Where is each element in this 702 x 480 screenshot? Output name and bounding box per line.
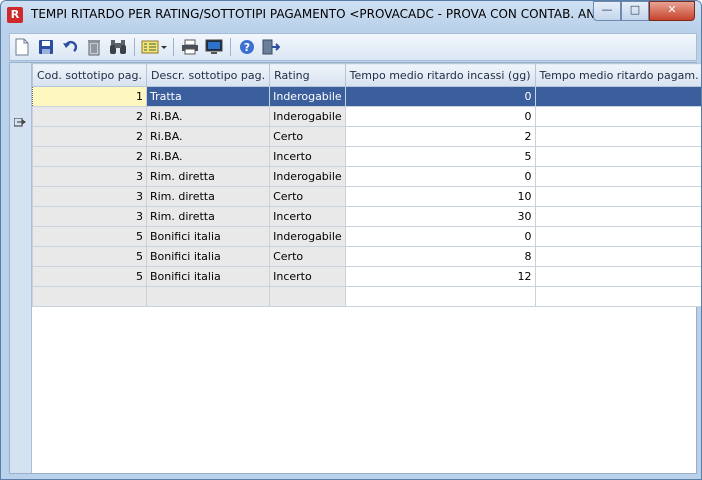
cell-descr[interactable]: Rim. diretta bbox=[145, 206, 271, 227]
cell-pagam[interactable] bbox=[534, 286, 701, 307]
cell-incassi[interactable]: 5 bbox=[344, 146, 536, 167]
cell-rating[interactable]: Certo bbox=[269, 126, 346, 147]
table-row[interactable]: 2Ri.BA.Incerto51 bbox=[32, 146, 701, 167]
table-row[interactable]: 2Ri.BA.Inderogabile00 bbox=[32, 106, 701, 127]
table-row[interactable]: 3Rim. direttaIncerto3010 bbox=[32, 206, 701, 227]
cell-rating[interactable]: Incerto bbox=[269, 206, 346, 227]
table-row[interactable]: 3Rim. direttaInderogabile00 bbox=[32, 166, 701, 187]
cell-pagam[interactable]: 0 bbox=[534, 226, 701, 247]
cell-cod[interactable]: 3 bbox=[32, 206, 147, 227]
cell-cod[interactable]: 5 bbox=[32, 246, 147, 267]
minimize-button[interactable]: — bbox=[593, 1, 621, 21]
table-row[interactable]: 3Rim. direttaCerto1010 bbox=[32, 186, 701, 207]
table-row[interactable]: 5Bonifici italiaIncerto1215 bbox=[32, 266, 701, 287]
cell-pagam[interactable]: 1 bbox=[534, 146, 701, 167]
cell-pagam[interactable]: 8 bbox=[534, 246, 701, 267]
new-icon[interactable] bbox=[10, 36, 34, 58]
app-window: R TEMPI RITARDO PER RATING/SOTTOTIPI PAG… bbox=[0, 0, 702, 480]
cell-descr[interactable]: Rim. diretta bbox=[145, 166, 271, 187]
delete-icon[interactable] bbox=[82, 36, 106, 58]
cell-cod[interactable]: 5 bbox=[32, 226, 147, 247]
svg-text:?: ? bbox=[244, 41, 250, 54]
cell-descr[interactable]: Ri.BA. bbox=[145, 126, 271, 147]
table-row[interactable]: 2Ri.BA.Certo21 bbox=[32, 126, 701, 147]
cell-incassi[interactable]: 2 bbox=[344, 126, 536, 147]
cell-rating[interactable] bbox=[269, 286, 346, 307]
window-title: TEMPI RITARDO PER RATING/SOTTOTIPI PAGAM… bbox=[31, 7, 606, 21]
cell-cod[interactable]: 2 bbox=[32, 146, 147, 167]
cell-incassi[interactable]: 30 bbox=[344, 206, 536, 227]
column-header-incassi[interactable]: Tempo medio ritardo incassi (gg) bbox=[344, 63, 536, 87]
cell-descr[interactable]: Ri.BA. bbox=[145, 146, 271, 167]
column-header-descr[interactable]: Descr. sottotipo pag. bbox=[145, 63, 271, 87]
grid-table: Cod. sottotipo pag. Descr. sottotipo pag… bbox=[32, 63, 701, 307]
title-bar[interactable]: R TEMPI RITARDO PER RATING/SOTTOTIPI PAG… bbox=[1, 1, 701, 29]
cell-cod[interactable]: 2 bbox=[32, 126, 147, 147]
column-header-rating[interactable]: Rating bbox=[269, 63, 346, 87]
cell-incassi[interactable] bbox=[344, 286, 536, 307]
cell-pagam[interactable]: 10 bbox=[534, 186, 701, 207]
cell-rating[interactable]: Incerto bbox=[269, 266, 346, 287]
cell-rating[interactable]: Certo bbox=[269, 186, 346, 207]
cell-rating[interactable]: Certo bbox=[269, 246, 346, 267]
toolbar-separator bbox=[134, 38, 135, 56]
column-header-cod[interactable]: Cod. sottotipo pag. bbox=[32, 63, 147, 87]
cell-rating[interactable]: Inderogabile bbox=[269, 226, 346, 247]
cell-descr[interactable]: Bonifici italia bbox=[145, 246, 271, 267]
table-row[interactable]: 5Bonifici italiaInderogabile00 bbox=[32, 226, 701, 247]
cell-pagam[interactable]: 15 bbox=[534, 266, 701, 287]
table-row[interactable]: 5Bonifici italiaCerto88 bbox=[32, 246, 701, 267]
cell-pagam[interactable]: 0 bbox=[534, 106, 701, 127]
cell-pagam[interactable]: 0 bbox=[534, 166, 701, 187]
save-icon[interactable] bbox=[34, 36, 58, 58]
cell-rating[interactable]: Incerto bbox=[269, 146, 346, 167]
undo-icon[interactable] bbox=[58, 36, 82, 58]
cell-cod[interactable]: 3 bbox=[32, 186, 147, 207]
cell-incassi[interactable]: 0 bbox=[344, 226, 536, 247]
cell-cod[interactable]: 5 bbox=[32, 266, 147, 287]
cell-descr[interactable] bbox=[145, 286, 271, 307]
cell-cod[interactable]: 3 bbox=[32, 166, 147, 187]
record-selector-bar bbox=[10, 63, 32, 473]
cell-rating[interactable]: Inderogabile bbox=[269, 86, 346, 107]
cell-incassi[interactable]: 0 bbox=[344, 166, 536, 187]
cell-incassi[interactable]: 8 bbox=[344, 246, 536, 267]
search-icon[interactable] bbox=[106, 36, 130, 58]
exit-icon[interactable] bbox=[259, 36, 283, 58]
cell-cod[interactable] bbox=[32, 286, 147, 307]
preview-icon[interactable] bbox=[202, 36, 226, 58]
toolbar-separator bbox=[173, 38, 174, 56]
data-grid: Cod. sottotipo pag. Descr. sottotipo pag… bbox=[32, 63, 701, 473]
cell-rating[interactable]: Inderogabile bbox=[269, 166, 346, 187]
close-button[interactable]: ✕ bbox=[649, 1, 695, 21]
maximize-button[interactable]: □ bbox=[621, 1, 649, 21]
cell-pagam[interactable]: 10 bbox=[534, 206, 701, 227]
help-icon[interactable]: ? bbox=[235, 36, 259, 58]
toolbar: ? bbox=[9, 33, 697, 61]
column-header-pagam[interactable]: Tempo medio ritardo pagam. (gg) bbox=[534, 63, 701, 87]
cell-pagam[interactable]: 0 bbox=[534, 86, 701, 107]
cell-descr[interactable]: Ri.BA. bbox=[145, 106, 271, 127]
print-icon[interactable] bbox=[178, 36, 202, 58]
toolbar-separator bbox=[230, 38, 231, 56]
view-options-icon[interactable] bbox=[139, 36, 169, 58]
cell-cod[interactable]: 2 bbox=[32, 106, 147, 127]
table-row[interactable] bbox=[32, 286, 701, 307]
table-row[interactable]: 1TrattaInderogabile00 bbox=[32, 86, 701, 107]
cell-rating[interactable]: Inderogabile bbox=[269, 106, 346, 127]
cell-incassi[interactable]: 12 bbox=[344, 266, 536, 287]
header-row: Cod. sottotipo pag. Descr. sottotipo pag… bbox=[32, 63, 701, 87]
cell-descr[interactable]: Tratta bbox=[145, 86, 271, 107]
cell-incassi[interactable]: 10 bbox=[344, 186, 536, 207]
app-icon[interactable]: R bbox=[7, 7, 23, 23]
row-indicator-icon bbox=[14, 118, 26, 127]
cell-descr[interactable]: Bonifici italia bbox=[145, 226, 271, 247]
content-area: Cod. sottotipo pag. Descr. sottotipo pag… bbox=[9, 62, 701, 474]
cell-descr[interactable]: Rim. diretta bbox=[145, 186, 271, 207]
cell-pagam[interactable]: 1 bbox=[534, 126, 701, 147]
cell-incassi[interactable]: 0 bbox=[344, 106, 536, 127]
cell-descr[interactable]: Bonifici italia bbox=[145, 266, 271, 287]
cell-cod[interactable]: 1 bbox=[32, 86, 147, 107]
cell-incassi[interactable]: 0 bbox=[344, 86, 536, 107]
